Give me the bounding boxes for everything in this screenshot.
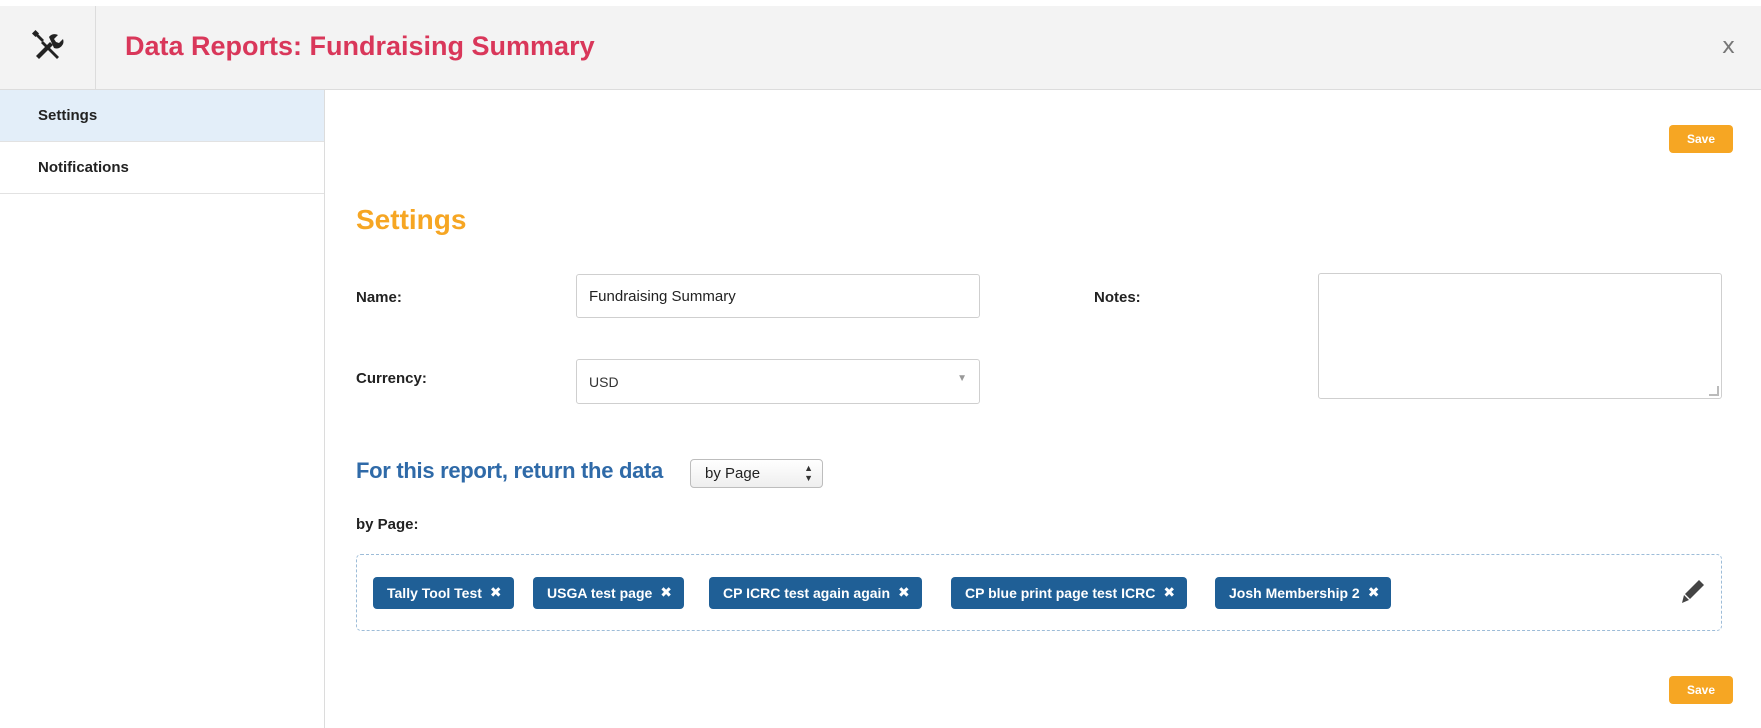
notes-label: Notes: — [1094, 289, 1141, 306]
save-button-top[interactable]: Save — [1669, 125, 1733, 153]
header-icon-cell — [0, 6, 96, 90]
tag-label: CP blue print page test ICRC — [965, 585, 1156, 601]
remove-tag-icon[interactable]: ✖ — [1368, 585, 1380, 601]
sidebar: Settings Notifications — [0, 90, 325, 728]
resize-handle-icon[interactable] — [1709, 386, 1719, 396]
close-button[interactable]: x — [1722, 34, 1735, 59]
currency-select[interactable]: USD ▼ — [576, 359, 980, 404]
name-label: Name: — [356, 289, 402, 306]
remove-tag-icon[interactable]: ✖ — [660, 585, 672, 601]
remove-tag-icon[interactable]: ✖ — [1163, 585, 1175, 601]
pencil-icon[interactable] — [1679, 577, 1707, 609]
sidebar-item-notifications[interactable]: Notifications — [0, 142, 324, 194]
remove-tag-icon[interactable]: ✖ — [490, 585, 502, 601]
chevron-down-icon: ▼ — [957, 373, 967, 384]
section-title: Settings — [356, 204, 467, 235]
tag-label: USGA test page — [547, 585, 653, 601]
modal-header: Data Reports: Fundraising Summary x — [0, 6, 1761, 90]
return-data-label: For this report, return the data — [356, 458, 663, 483]
select-arrows-icon: ▲ ▼ — [804, 463, 813, 483]
page-tag[interactable]: CP blue print page test ICRC ✖ — [951, 577, 1188, 609]
currency-label: Currency: — [356, 370, 427, 387]
tag-label: Josh Membership 2 — [1229, 585, 1360, 601]
currency-value: USD — [589, 373, 619, 390]
sidebar-item-label: Notifications — [38, 159, 129, 176]
page-tag[interactable]: Tally Tool Test ✖ — [373, 577, 514, 609]
return-by-value: by Page — [705, 465, 761, 482]
remove-tag-icon[interactable]: ✖ — [898, 585, 910, 601]
return-by-select[interactable]: by Page ▲ ▼ — [690, 459, 823, 488]
save-button-bottom[interactable]: Save — [1669, 676, 1733, 704]
page-tags-box[interactable]: Tally Tool Test ✖ USGA test page ✖ CP IC… — [356, 554, 1722, 631]
page-tag[interactable]: CP ICRC test again again ✖ — [709, 577, 922, 609]
page-title: Data Reports: Fundraising Summary — [125, 31, 595, 61]
tag-label: Tally Tool Test — [387, 585, 482, 601]
wrench-screwdriver-icon — [30, 28, 66, 69]
by-page-label: by Page: — [356, 516, 419, 533]
sidebar-item-label: Settings — [38, 107, 98, 124]
tag-label: CP ICRC test again again — [723, 585, 891, 601]
page-tag[interactable]: USGA test page ✖ — [533, 577, 685, 609]
notes-field[interactable] — [1318, 273, 1722, 399]
name-field[interactable] — [576, 274, 980, 318]
page-tag[interactable]: Josh Membership 2 ✖ — [1215, 577, 1392, 609]
sidebar-item-settings[interactable]: Settings — [0, 90, 324, 142]
